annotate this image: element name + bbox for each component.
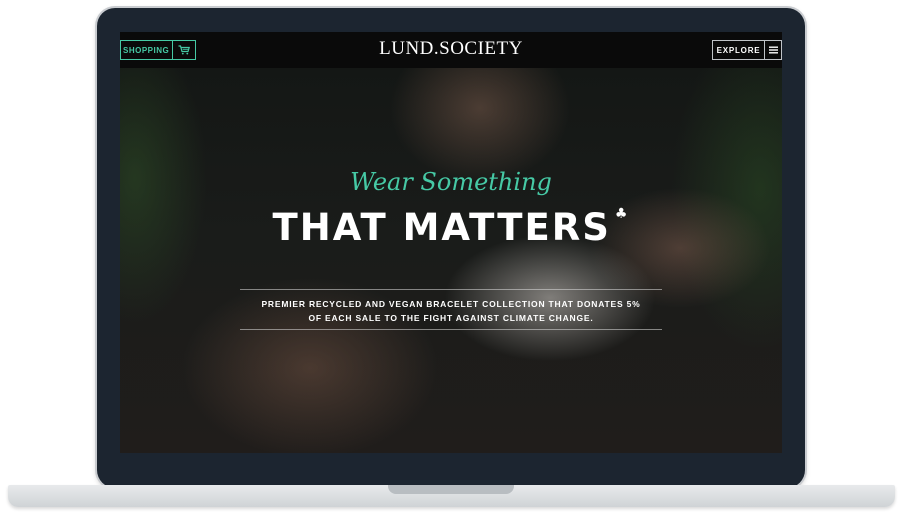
browser-screen: SHOPPING LUND.SOCIETY EXPLORE Wear Somet… bbox=[120, 32, 782, 453]
hero-tagline: Wear Something bbox=[350, 168, 552, 196]
clover-icon: ♣ bbox=[614, 206, 630, 222]
hero-section: Wear Something THAT MATTERS ♣ PREMIER REC… bbox=[120, 68, 782, 453]
hero-divider-bottom bbox=[240, 329, 662, 330]
hamburger-menu-icon[interactable] bbox=[764, 41, 781, 59]
site-logo[interactable]: LUND.SOCIETY bbox=[120, 38, 782, 60]
hero-headline: THAT MATTERS ♣ bbox=[120, 206, 782, 249]
laptop-notch bbox=[388, 485, 514, 494]
site-header: SHOPPING LUND.SOCIETY EXPLORE bbox=[120, 32, 782, 68]
explore-label: EXPLORE bbox=[716, 45, 761, 55]
hero-subtext-line-1: PREMIER RECYCLED AND VEGAN BRACELET COLL… bbox=[261, 299, 641, 309]
hero-subtext-line-2: OF EACH SALE TO THE FIGHT AGAINST CLIMAT… bbox=[308, 313, 594, 323]
hero-headline-text: THAT MATTERS bbox=[272, 206, 611, 249]
hero-subtext: PREMIER RECYCLED AND VEGAN BRACELET COLL… bbox=[230, 297, 672, 325]
hero-divider-top bbox=[240, 289, 662, 290]
explore-button[interactable]: EXPLORE bbox=[712, 40, 782, 60]
